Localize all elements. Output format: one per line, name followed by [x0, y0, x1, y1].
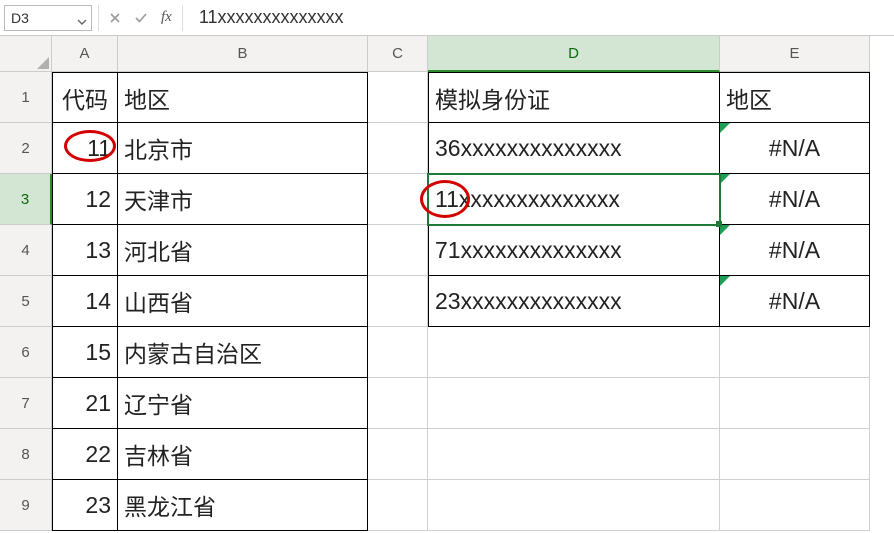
- cell-A5[interactable]: 14: [52, 276, 118, 327]
- cell-A7[interactable]: 21: [52, 378, 118, 429]
- cell-C8[interactable]: [368, 429, 428, 480]
- cell-E9[interactable]: [720, 480, 870, 531]
- cell-B8[interactable]: 吉林省: [118, 429, 368, 480]
- row-header-4[interactable]: 4: [0, 225, 52, 276]
- cell-D4[interactable]: 71xxxxxxxxxxxxxx: [428, 225, 720, 276]
- cell-D5[interactable]: 23xxxxxxxxxxxxxx: [428, 276, 720, 327]
- row-header-1[interactable]: 1: [0, 72, 52, 123]
- cell-C5[interactable]: [368, 276, 428, 327]
- row-header-2[interactable]: 2: [0, 123, 52, 174]
- cell-A9[interactable]: 23: [52, 480, 118, 531]
- cell-E3[interactable]: #N/A: [720, 174, 870, 225]
- column-headers: A B C D E: [0, 36, 894, 72]
- cell-A1[interactable]: 代码: [52, 72, 118, 123]
- cell-C7[interactable]: [368, 378, 428, 429]
- row-header-3[interactable]: 3: [0, 174, 52, 225]
- cell-C4[interactable]: [368, 225, 428, 276]
- row-header-5[interactable]: 5: [0, 276, 52, 327]
- cell-C1[interactable]: [368, 72, 428, 123]
- select-all-corner[interactable]: [0, 36, 52, 72]
- spreadsheet-grid[interactable]: A B C D E 1 代码 地区 模拟身份证 地区 2 11 北京市 36xx…: [0, 36, 894, 531]
- cell-E5[interactable]: #N/A: [720, 276, 870, 327]
- cell-C2[interactable]: [368, 123, 428, 174]
- cell-A6[interactable]: 15: [52, 327, 118, 378]
- confirm-icon[interactable]: [131, 8, 151, 28]
- cell-B4[interactable]: 河北省: [118, 225, 368, 276]
- cell-E2[interactable]: #N/A: [720, 123, 870, 174]
- cell-E7[interactable]: [720, 378, 870, 429]
- cell-C3[interactable]: [368, 174, 428, 225]
- separator: [98, 5, 99, 31]
- cell-B1[interactable]: 地区: [118, 72, 368, 123]
- cell-B3[interactable]: 天津市: [118, 174, 368, 225]
- cell-A3[interactable]: 12: [52, 174, 118, 225]
- separator: [182, 5, 183, 31]
- fx-icon[interactable]: fx: [157, 9, 176, 26]
- cell-E6[interactable]: [720, 327, 870, 378]
- chevron-down-icon[interactable]: [77, 14, 87, 30]
- row-header-8[interactable]: 8: [0, 429, 52, 480]
- cell-D1[interactable]: 模拟身份证: [428, 72, 720, 123]
- cell-D3[interactable]: 11xxxxxxxxxxxxxx: [428, 174, 720, 225]
- row-header-9[interactable]: 9: [0, 480, 52, 531]
- row-header-7[interactable]: 7: [0, 378, 52, 429]
- cell-A8[interactable]: 22: [52, 429, 118, 480]
- col-header-E[interactable]: E: [720, 36, 870, 72]
- name-box[interactable]: D3: [4, 5, 92, 31]
- col-header-D[interactable]: D: [428, 36, 720, 72]
- cell-E8[interactable]: [720, 429, 870, 480]
- cell-B9[interactable]: 黑龙江省: [118, 480, 368, 531]
- cancel-icon[interactable]: [105, 8, 125, 28]
- cell-D8[interactable]: [428, 429, 720, 480]
- cell-A2[interactable]: 11: [52, 123, 118, 174]
- row-header-6[interactable]: 6: [0, 327, 52, 378]
- cell-B6[interactable]: 内蒙古自治区: [118, 327, 368, 378]
- cell-C6[interactable]: [368, 327, 428, 378]
- col-header-A[interactable]: A: [52, 36, 118, 72]
- col-header-C[interactable]: C: [368, 36, 428, 72]
- cell-A4[interactable]: 13: [52, 225, 118, 276]
- col-header-B[interactable]: B: [118, 36, 368, 72]
- cell-E1[interactable]: 地区: [720, 72, 870, 123]
- cell-D9[interactable]: [428, 480, 720, 531]
- cell-D7[interactable]: [428, 378, 720, 429]
- name-box-value: D3: [11, 10, 29, 26]
- formula-input[interactable]: [189, 5, 890, 31]
- cell-B5[interactable]: 山西省: [118, 276, 368, 327]
- cell-B7[interactable]: 辽宁省: [118, 378, 368, 429]
- cell-B2[interactable]: 北京市: [118, 123, 368, 174]
- cell-D6[interactable]: [428, 327, 720, 378]
- cell-D2[interactable]: 36xxxxxxxxxxxxxx: [428, 123, 720, 174]
- cell-E4[interactable]: #N/A: [720, 225, 870, 276]
- cell-C9[interactable]: [368, 480, 428, 531]
- formula-bar: D3 fx: [0, 0, 894, 36]
